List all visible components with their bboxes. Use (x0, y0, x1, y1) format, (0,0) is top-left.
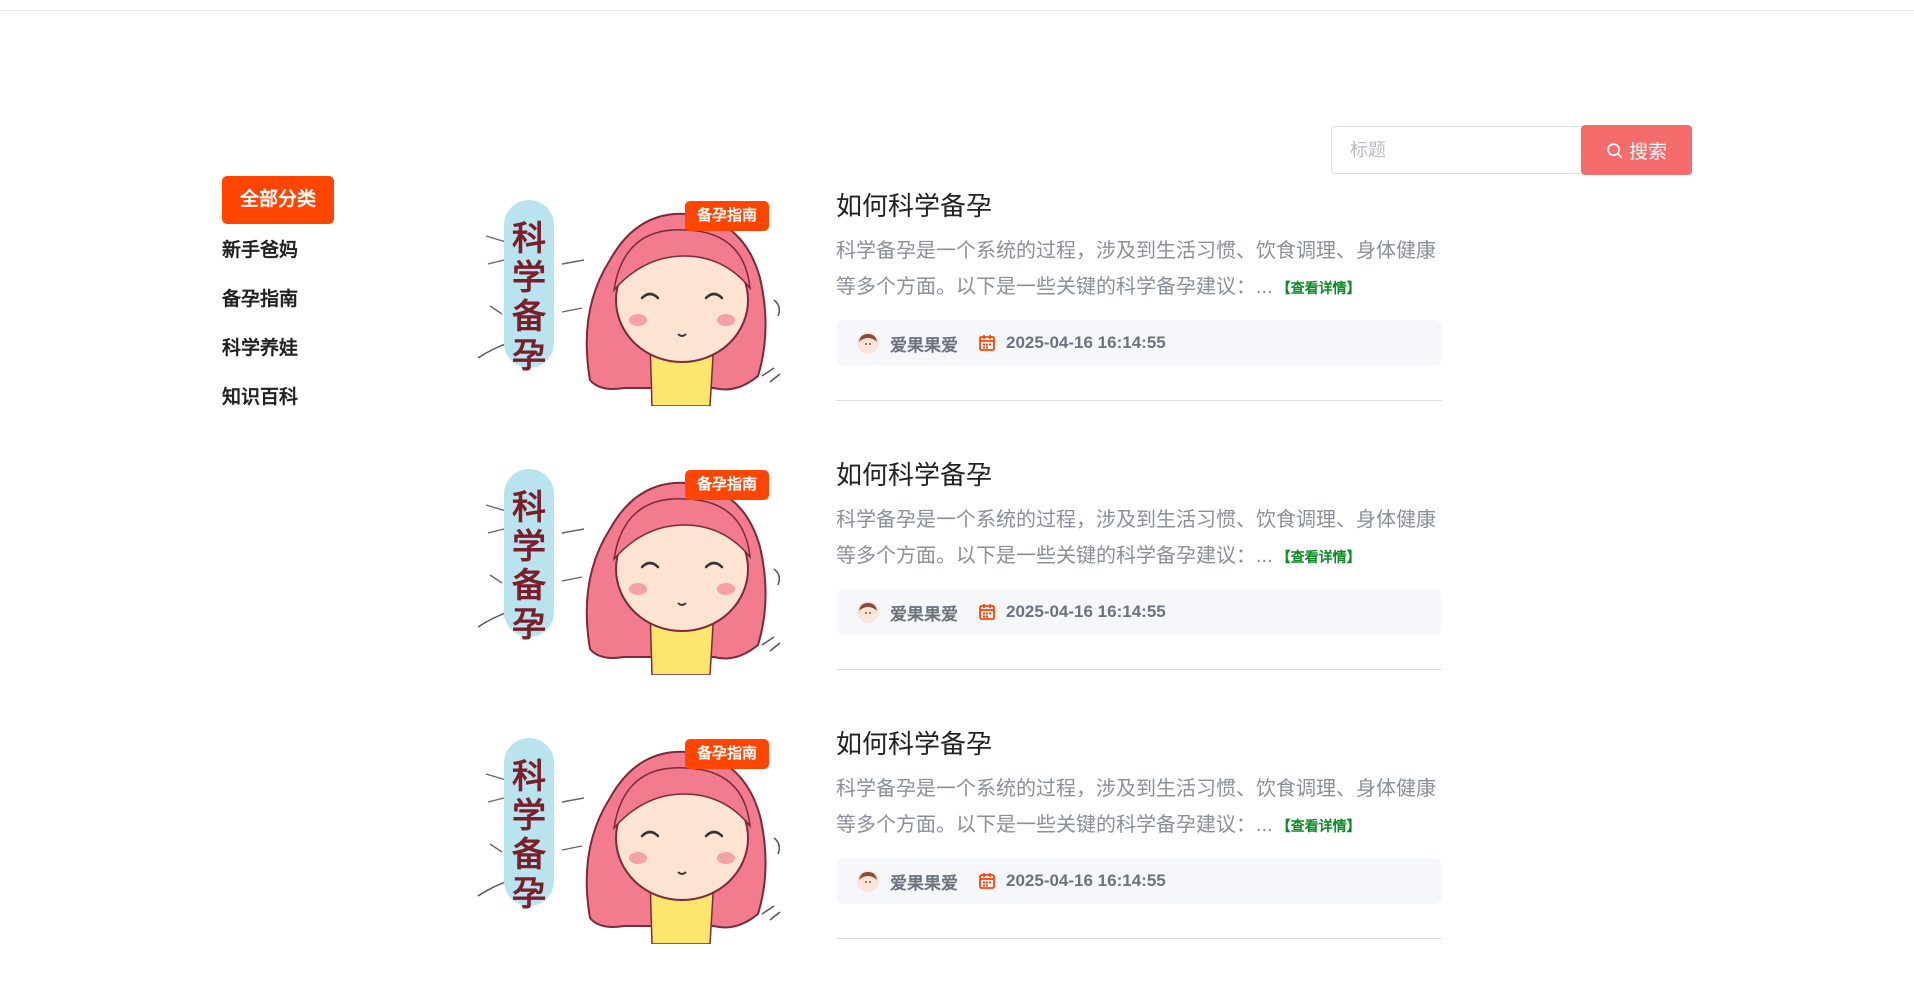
thumb-text-char: 科 (512, 219, 546, 259)
top-border (0, 0, 1914, 11)
thumb-text-char: 备 (512, 566, 547, 606)
article-author: 爱果果爱 (890, 604, 958, 624)
thumb-text-char: 学 (512, 527, 546, 567)
article-title[interactable]: 如何科学备孕 (836, 455, 1442, 492)
thumb-text-char: 科 (512, 488, 546, 528)
article-card: 科 学 备 孕 备孕指南 如何科学备孕 科学备孕是一个系统的过程，涉及到生活习惯… (474, 449, 1444, 718)
calendar-icon (979, 335, 995, 351)
article-content: 如何科学备孕 科学备孕是一个系统的过程，涉及到生活习惯、饮食调理、身体健康等多个… (836, 180, 1442, 366)
article-card: 科 学 备 孕 备孕指南 如何科学备孕 科学备孕是一个系统的过程，涉及到生活习惯… (474, 180, 1444, 449)
article-meta: 爱果果爱 2025-04-16 16:14:55 (836, 589, 1442, 635)
category-badge: 备孕指南 (685, 470, 770, 500)
category-all[interactable]: 全部分类 (222, 176, 335, 224)
thumb-text-char: 孕 (512, 605, 546, 645)
article-description: 科学备孕是一个系统的过程，涉及到生活习惯、饮食调理、身体健康等多个方面。以下是一… (836, 502, 1442, 575)
category-item[interactable]: 新手爸妈 (222, 226, 402, 275)
category-item[interactable]: 知识百科 (222, 373, 402, 422)
article-title[interactable]: 如何科学备孕 (836, 186, 1442, 223)
thumb-text-char: 学 (512, 796, 546, 836)
category-badge: 备孕指南 (685, 739, 770, 769)
article-card: 科 学 备 孕 备孕指南 如何科学备孕 科学备孕是一个系统的过程，涉及到生活习惯… (474, 718, 1444, 987)
article-author: 爱果果爱 (890, 873, 958, 893)
search-bar: 搜索 (1331, 125, 1692, 175)
article-date: 2025-04-16 16:14:55 (1006, 333, 1166, 352)
avatar-icon (857, 870, 879, 892)
article-meta: 爱果果爱 2025-04-16 16:14:55 (836, 320, 1442, 366)
search-button[interactable]: 搜索 (1581, 125, 1692, 175)
thumb-text-char: 孕 (512, 874, 546, 914)
article-author: 爱果果爱 (890, 335, 958, 355)
thumb-text-char: 学 (512, 258, 546, 298)
calendar-icon (979, 604, 995, 620)
article-content: 如何科学备孕 科学备孕是一个系统的过程，涉及到生活习惯、饮食调理、身体健康等多个… (836, 718, 1442, 904)
article-content: 如何科学备孕 科学备孕是一个系统的过程，涉及到生活习惯、饮食调理、身体健康等多个… (836, 449, 1442, 635)
view-details-link[interactable]: 【查看详情】 (1277, 549, 1361, 565)
article-divider (836, 938, 1442, 939)
article-list: 科 学 备 孕 备孕指南 如何科学备孕 科学备孕是一个系统的过程，涉及到生活习惯… (474, 180, 1444, 987)
search-input[interactable] (1331, 126, 1581, 174)
search-icon (1607, 142, 1623, 158)
thumb-text-char: 科 (512, 757, 546, 797)
article-thumbnail[interactable]: 科 学 备 孕 备孕指南 (474, 718, 799, 945)
article-description: 科学备孕是一个系统的过程，涉及到生活习惯、饮食调理、身体健康等多个方面。以下是一… (836, 771, 1442, 844)
article-divider (836, 400, 1442, 401)
article-thumbnail[interactable]: 科 学 备 孕 备孕指南 (474, 180, 799, 407)
search-button-label: 搜索 (1628, 141, 1667, 163)
article-description: 科学备孕是一个系统的过程，涉及到生活习惯、饮食调理、身体健康等多个方面。以下是一… (836, 233, 1442, 306)
avatar-icon (857, 601, 879, 623)
article-meta: 爱果果爱 2025-04-16 16:14:55 (836, 858, 1442, 904)
category-item[interactable]: 科学养娃 (222, 324, 402, 373)
view-details-link[interactable]: 【查看详情】 (1277, 818, 1361, 834)
article-title[interactable]: 如何科学备孕 (836, 724, 1442, 761)
article-thumbnail[interactable]: 科 学 备 孕 备孕指南 (474, 449, 799, 676)
category-sidebar: 全部分类 新手爸妈 备孕指南 科学养娃 知识百科 (222, 176, 402, 422)
article-date: 2025-04-16 16:14:55 (1006, 871, 1166, 890)
calendar-icon (979, 873, 995, 889)
category-item[interactable]: 备孕指南 (222, 275, 402, 324)
avatar-icon (857, 332, 879, 354)
article-divider (836, 669, 1442, 670)
thumb-text-char: 孕 (512, 336, 546, 376)
article-date: 2025-04-16 16:14:55 (1006, 602, 1166, 621)
thumb-text-char: 备 (512, 835, 547, 875)
view-details-link[interactable]: 【查看详情】 (1277, 280, 1361, 296)
thumb-text-char: 备 (512, 297, 547, 337)
category-badge: 备孕指南 (685, 201, 770, 231)
